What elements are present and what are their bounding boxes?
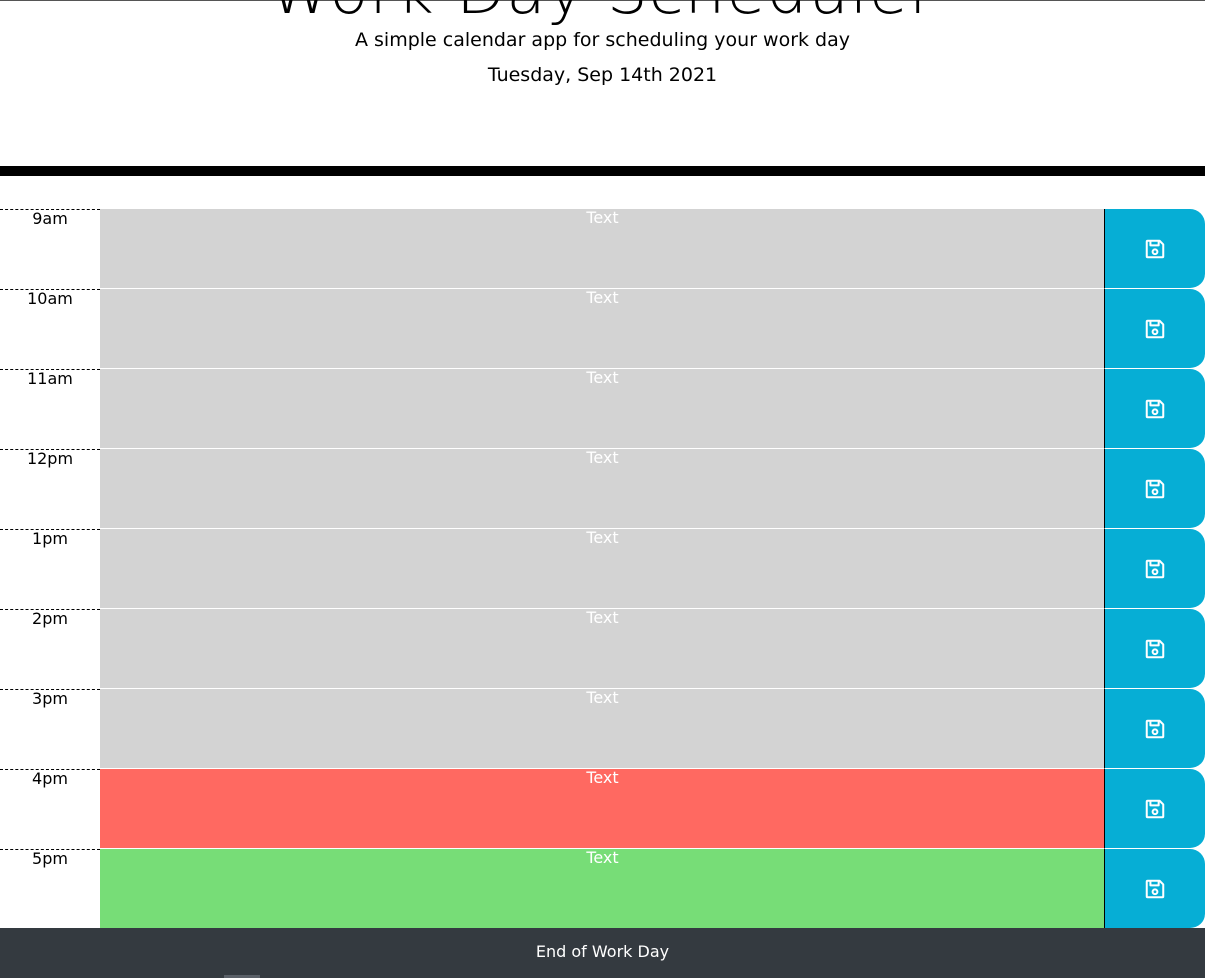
hour-label: 5pm	[0, 849, 100, 929]
save-button[interactable]	[1104, 369, 1205, 449]
footer-text: End of Work Day	[535, 942, 670, 961]
hour-label: 11am	[0, 369, 100, 449]
floppy-disk-icon	[1144, 798, 1166, 820]
hour-label: 2pm	[0, 609, 100, 689]
timeblock-row: 2pm	[0, 609, 1205, 689]
header-divider	[0, 166, 1205, 176]
hour-label: 4pm	[0, 769, 100, 849]
timeblock-row: 11am	[0, 369, 1205, 449]
hour-label: 12pm	[0, 449, 100, 529]
timeblock-row: 3pm	[0, 689, 1205, 769]
event-description-input[interactable]	[100, 609, 1105, 689]
event-description-input[interactable]	[100, 209, 1105, 289]
current-day: Tuesday, Sep 14th 2021	[487, 64, 718, 86]
page-subtitle: A simple calendar app for scheduling you…	[354, 29, 851, 51]
floppy-disk-icon	[1144, 878, 1166, 900]
page: Work Day Scheduler A simple calendar app…	[0, 0, 1205, 978]
save-button[interactable]	[1104, 529, 1205, 609]
hour-label: 1pm	[0, 529, 100, 609]
save-button[interactable]	[1104, 849, 1205, 929]
save-button[interactable]	[1104, 689, 1205, 769]
floppy-disk-icon	[1144, 478, 1166, 500]
event-description-input[interactable]	[100, 449, 1105, 529]
event-description-input[interactable]	[100, 849, 1105, 929]
floppy-disk-icon	[1144, 558, 1166, 580]
header: Work Day Scheduler A simple calendar app…	[0, 0, 1205, 166]
floppy-disk-icon	[1144, 238, 1166, 260]
save-button[interactable]	[1104, 449, 1205, 529]
footer: End of Work Day	[0, 928, 1205, 978]
event-description-input[interactable]	[100, 529, 1105, 609]
hour-label: 10am	[0, 289, 100, 369]
timeblock-list: 9am 10am 11am	[0, 209, 1205, 929]
timeblock-row: 12pm	[0, 449, 1205, 529]
timeblock-row: 5pm	[0, 849, 1205, 929]
timeblock-row: 1pm	[0, 529, 1205, 609]
floppy-disk-icon	[1144, 718, 1166, 740]
hour-label: 9am	[0, 209, 100, 289]
timeblock-row: 4pm	[0, 769, 1205, 849]
page-title: Work Day Scheduler	[0, 0, 1205, 24]
event-description-input[interactable]	[100, 769, 1105, 849]
hour-label: 3pm	[0, 689, 100, 769]
save-button[interactable]	[1104, 609, 1205, 689]
save-button[interactable]	[1104, 289, 1205, 369]
floppy-disk-icon	[1144, 318, 1166, 340]
floppy-disk-icon	[1144, 398, 1166, 420]
floppy-disk-icon	[1144, 638, 1166, 660]
event-description-input[interactable]	[100, 289, 1105, 369]
timeblock-row: 10am	[0, 289, 1205, 369]
save-button[interactable]	[1104, 769, 1205, 849]
save-button[interactable]	[1104, 209, 1205, 289]
event-description-input[interactable]	[100, 689, 1105, 769]
event-description-input[interactable]	[100, 369, 1105, 449]
timeblock-row: 9am	[0, 209, 1205, 289]
